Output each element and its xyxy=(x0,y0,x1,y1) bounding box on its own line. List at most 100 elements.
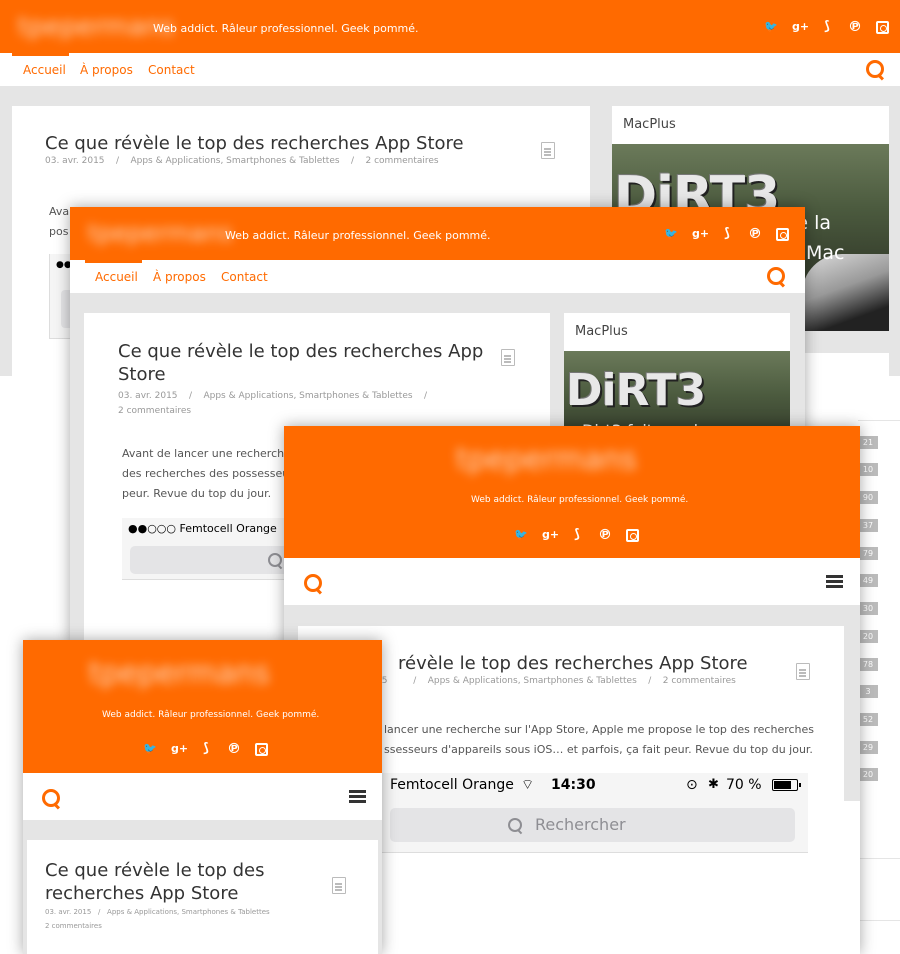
post-meta: 03. avr. 2015 / Apps & Applications, Sma… xyxy=(45,156,439,166)
site-logo[interactable]: tpepermans xyxy=(89,656,270,691)
post-comments[interactable]: 2 commentaires xyxy=(366,156,439,166)
count-badge[interactable]: 20 xyxy=(858,768,878,781)
ios-time: 14:30 xyxy=(551,777,596,793)
google-plus-icon[interactable]: g+ xyxy=(542,528,559,542)
pinterest-icon[interactable]: ℗ xyxy=(748,227,762,241)
social-icons: 🐦 g+ ⟆ ℗ xyxy=(764,20,889,34)
twitter-icon[interactable]: 🐦 xyxy=(664,227,678,241)
site-tagline: Web addict. Râleur professionnel. Geek p… xyxy=(225,229,491,242)
post-meta: 03. avr. 2015 / Apps & Applications, Sma… xyxy=(45,908,270,916)
nav-active-indicator xyxy=(85,260,142,263)
nav-item-a-propos[interactable]: À propos xyxy=(80,63,133,77)
post-comments[interactable]: 2 commentaires xyxy=(118,406,191,416)
ios-screenshot: Femtocell Orange ⌔ 14:30 ⊙ ✱ 70 % Recher… xyxy=(380,773,808,853)
ios-search-field[interactable] xyxy=(130,546,302,574)
twitter-icon[interactable]: 🐦 xyxy=(514,528,528,542)
bluetooth-icon: ✱ xyxy=(708,777,719,792)
ios-lock-icon: ⊙ xyxy=(686,777,698,793)
screenshot-mobile: tpepermans Web addict. Râleur profession… xyxy=(23,640,382,954)
nav-item-a-propos[interactable]: À propos xyxy=(153,270,206,284)
google-plus-icon[interactable]: g+ xyxy=(692,227,709,241)
document-icon xyxy=(541,142,555,159)
nav-item-contact[interactable]: Contact xyxy=(148,63,195,77)
post-categories[interactable]: Apps & Applications, Smartphones & Table… xyxy=(203,391,412,401)
count-badge[interactable]: 90 xyxy=(858,491,878,504)
count-badge[interactable]: 21 xyxy=(858,436,878,449)
rss-icon[interactable]: ⟆ xyxy=(199,742,213,756)
instagram-icon[interactable] xyxy=(776,227,789,241)
post-title-line-1[interactable]: Ce que révèle le top des xyxy=(45,860,265,881)
post-categories[interactable]: Apps & Applications, Smartphones & Table… xyxy=(130,156,339,166)
twitter-icon[interactable]: 🐦 xyxy=(143,742,157,756)
post-date: 03. avr. 2015 xyxy=(45,156,105,166)
post-excerpt-line-2: des recherches des possesseu xyxy=(122,467,290,480)
social-icons: 🐦 g+ ⟆ ℗ xyxy=(514,528,639,542)
rss-icon[interactable]: ⟆ xyxy=(570,528,584,542)
post-comments[interactable]: 2 commentaires xyxy=(663,676,736,686)
search-icon[interactable] xyxy=(42,789,60,807)
post-title[interactable]: Ce que révèle le top des recherches App … xyxy=(45,133,464,154)
post-card: Ce que révèle le top des recherches App … xyxy=(27,840,378,954)
dirt3-logo: DiRT3 xyxy=(566,365,706,416)
count-badge[interactable]: 3 xyxy=(858,685,878,698)
count-badge[interactable]: 37 xyxy=(858,519,878,532)
post-excerpt-line-1: lancer une recherche sur l'App Store, Ap… xyxy=(384,723,815,736)
pinterest-icon[interactable]: ℗ xyxy=(227,742,241,756)
menu-icon-bar xyxy=(826,575,843,578)
ios-search-field[interactable]: Rechercher xyxy=(390,808,795,842)
google-plus-icon[interactable]: g+ xyxy=(792,20,809,34)
instagram-icon[interactable] xyxy=(626,528,639,542)
count-badge[interactable]: 30 xyxy=(858,602,878,615)
post-categories[interactable]: Apps & Applications, Smartphones & Table… xyxy=(428,676,637,686)
post-title-line-2[interactable]: recherches App Store xyxy=(45,883,238,904)
instagram-icon[interactable] xyxy=(255,742,268,756)
post-title-line-2[interactable]: Store xyxy=(118,364,166,385)
twitter-icon[interactable]: 🐦 xyxy=(764,20,778,34)
rss-icon[interactable]: ⟆ xyxy=(720,227,734,241)
site-logo[interactable]: tpepermans xyxy=(88,219,233,247)
meta-separator: / xyxy=(97,908,101,916)
post-title-line-1[interactable]: Ce que révèle le top des recherches App xyxy=(118,341,483,362)
pinterest-icon[interactable]: ℗ xyxy=(848,20,862,34)
site-tagline: Web addict. Râleur professionnel. Geek p… xyxy=(102,710,320,720)
site-logo[interactable]: tpepermans xyxy=(18,12,175,42)
nav-item-contact[interactable]: Contact xyxy=(221,270,268,284)
count-badge[interactable]: 20 xyxy=(858,630,878,643)
meta-separator: / xyxy=(115,156,120,166)
search-icon[interactable] xyxy=(304,574,322,592)
post-title[interactable]: révèle le top des recherches App Store xyxy=(398,653,748,674)
ios-carrier: ●●○○○ Femtocell Orange xyxy=(128,522,277,535)
count-badge[interactable]: 79 xyxy=(858,547,878,560)
site-header: tpepermans Web addict. Râleur profession… xyxy=(284,426,860,558)
post-date: 03. avr. 2015 xyxy=(45,908,92,916)
menu-icon[interactable] xyxy=(826,575,843,589)
menu-icon[interactable] xyxy=(349,790,366,804)
main-nav: Accueil À propos Contact xyxy=(70,260,805,294)
ios-search-placeholder: Rechercher xyxy=(535,815,626,834)
count-badge[interactable]: 10 xyxy=(858,463,878,476)
search-icon[interactable] xyxy=(767,267,785,285)
mobile-nav xyxy=(284,558,860,606)
count-badge[interactable]: 52 xyxy=(858,713,878,726)
list-divider xyxy=(858,858,900,859)
count-badge[interactable]: 29 xyxy=(858,741,878,754)
rss-icon[interactable]: ⟆ xyxy=(820,20,834,34)
search-icon[interactable] xyxy=(866,60,884,78)
count-badge[interactable]: 78 xyxy=(858,658,878,671)
social-icons: 🐦 g+ ⟆ ℗ xyxy=(664,227,789,241)
post-comments[interactable]: 2 commentaires xyxy=(45,922,102,930)
widget-caption-line-2[interactable]: Mac xyxy=(806,242,844,264)
count-badge[interactable]: 49 xyxy=(858,574,878,587)
google-plus-icon[interactable]: g+ xyxy=(171,742,188,756)
nav-item-accueil[interactable]: Accueil xyxy=(23,63,66,77)
site-logo[interactable]: tpepermans xyxy=(456,442,637,477)
nav-item-accueil[interactable]: Accueil xyxy=(95,270,138,284)
site-header: tpepermans Web addict. Râleur profession… xyxy=(23,640,382,773)
menu-icon-bar xyxy=(349,800,366,803)
menu-icon-bar xyxy=(826,580,843,583)
mobile-nav xyxy=(23,773,382,821)
post-categories[interactable]: Apps & Applications, Smartphones & Table… xyxy=(107,908,270,916)
instagram-icon[interactable] xyxy=(876,20,889,34)
pinterest-icon[interactable]: ℗ xyxy=(598,528,612,542)
site-tagline: Web addict. Râleur professionnel. Geek p… xyxy=(153,22,419,35)
